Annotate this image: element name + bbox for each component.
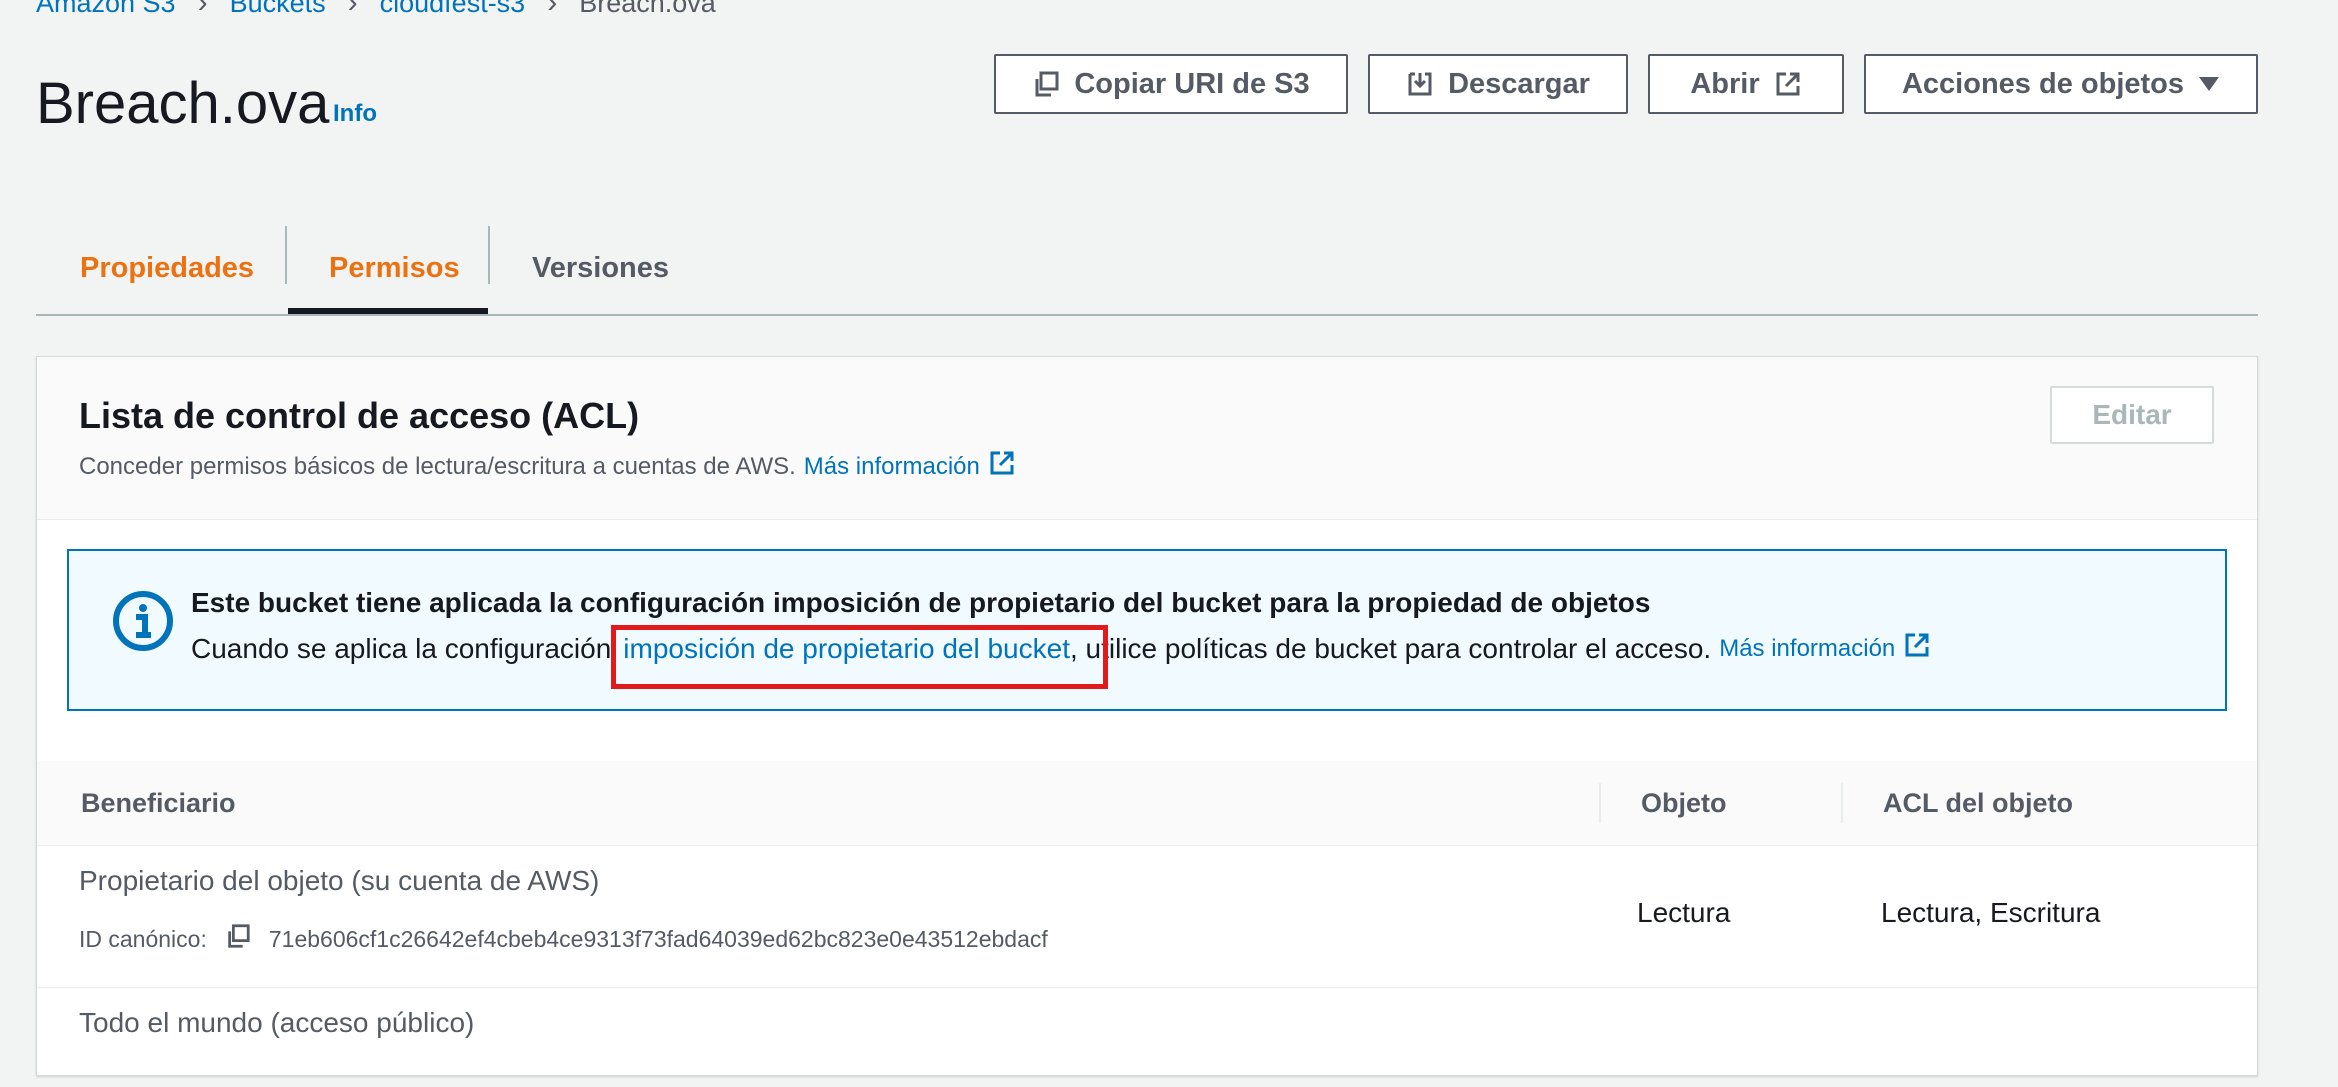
acl-description-text: Conceder permisos básicos de lectura/esc… — [79, 452, 796, 480]
table-row: Todo el mundo (acceso público) — [37, 987, 2257, 1087]
breadcrumb-bucket[interactable]: cloudfest-s3 — [380, 0, 526, 19]
chevron-right-icon: › — [197, 0, 208, 19]
column-beneficiario: Beneficiario — [81, 787, 236, 818]
download-icon — [1406, 70, 1434, 98]
acl-panel-header: Lista de control de acceso (ACL) Concede… — [37, 357, 2257, 520]
copy-s3-uri-button[interactable]: Copiar URI de S3 — [994, 54, 1348, 114]
copy-s3-uri-label: Copiar URI de S3 — [1074, 67, 1310, 100]
alert-more-info-link[interactable]: Más información — [1719, 635, 1895, 663]
alert-more-info[interactable]: Más información — [1719, 631, 1931, 666]
tab-propiedades[interactable]: Propiedades — [80, 222, 254, 314]
tab-divider — [285, 226, 287, 284]
grantee-name: Propietario del objeto (su cuenta de AWS… — [79, 865, 600, 896]
download-button[interactable]: Descargar — [1368, 54, 1628, 114]
acl-description: Conceder permisos básicos de lectura/esc… — [79, 449, 1016, 484]
page-title: Breach.ova — [36, 71, 330, 136]
breadcrumb-current: Breach.ova — [579, 0, 716, 18]
external-link-icon — [1903, 631, 1931, 666]
acl-panel: Lista de control de acceso (ACL) Concede… — [36, 356, 2258, 1076]
grantee-name: Todo el mundo (acceso público) — [79, 1007, 475, 1038]
copy-icon — [1032, 70, 1060, 98]
external-link-icon — [1774, 70, 1802, 98]
copy-icon[interactable] — [225, 923, 251, 955]
column-acl-del-objeto: ACL del objeto — [1883, 787, 2074, 818]
object-actions-label: Acciones de objetos — [1901, 67, 2184, 100]
object-actions-button[interactable]: Acciones de objetos — [1864, 54, 2258, 114]
breadcrumb: Amazon S3 › Buckets › cloudfest-s3 › Bre… — [36, 0, 716, 23]
column-objeto: Objeto — [1641, 787, 1727, 818]
edit-button[interactable]: Editar — [2050, 386, 2214, 444]
info-link[interactable]: Info — [333, 100, 377, 128]
breadcrumb-amazon-s3[interactable]: Amazon S3 — [36, 0, 176, 19]
column-divider — [1599, 783, 1601, 823]
canonical-id: ID canónico: 71eb606cf1c26642ef4cbeb4ce9… — [79, 923, 1048, 955]
chevron-right-icon: › — [547, 0, 558, 19]
breadcrumb-buckets[interactable]: Buckets — [230, 0, 326, 19]
table-row: Propietario del objeto (su cuenta de AWS… — [37, 845, 2257, 988]
acl-more-info-link[interactable]: Más información — [804, 453, 980, 481]
tab-versiones[interactable]: Versiones — [532, 222, 669, 314]
info-circle-icon — [111, 589, 175, 658]
canonical-id-label: ID canónico: — [79, 925, 207, 952]
download-label: Descargar — [1448, 67, 1590, 100]
alert-title: Este bucket tiene aplicada la configurac… — [191, 587, 1651, 618]
chevron-right-icon: › — [347, 0, 358, 19]
object-acl-permission: Lectura, Escritura — [1881, 897, 2101, 928]
active-tab-indicator — [288, 308, 488, 314]
tab-bar: Propiedades Permisos Versiones — [36, 222, 2258, 316]
caret-down-icon — [2198, 75, 2220, 93]
object-permission: Lectura — [1637, 897, 1731, 928]
external-link-icon[interactable] — [988, 449, 1016, 484]
acl-table-header: Beneficiario Objeto ACL del objeto — [37, 761, 2257, 846]
alert-body-prefix: Cuando se aplica la configuración — [191, 632, 612, 664]
canonical-id-value: 71eb606cf1c26642ef4cbeb4ce9313f73fad6403… — [268, 925, 1048, 952]
tab-permisos[interactable]: Permisos — [329, 222, 460, 314]
acl-title: Lista de control de acceso (ACL) — [79, 395, 640, 436]
alert-body-suffix: , utilice políticas de bucket para contr… — [1069, 632, 1712, 664]
tab-divider — [488, 226, 490, 284]
open-button[interactable]: Abrir — [1648, 54, 1844, 114]
highlight-box — [611, 625, 1108, 689]
column-divider — [1841, 783, 1843, 823]
open-label: Abrir — [1690, 67, 1760, 100]
info-alert: Este bucket tiene aplicada la configurac… — [67, 549, 2227, 711]
